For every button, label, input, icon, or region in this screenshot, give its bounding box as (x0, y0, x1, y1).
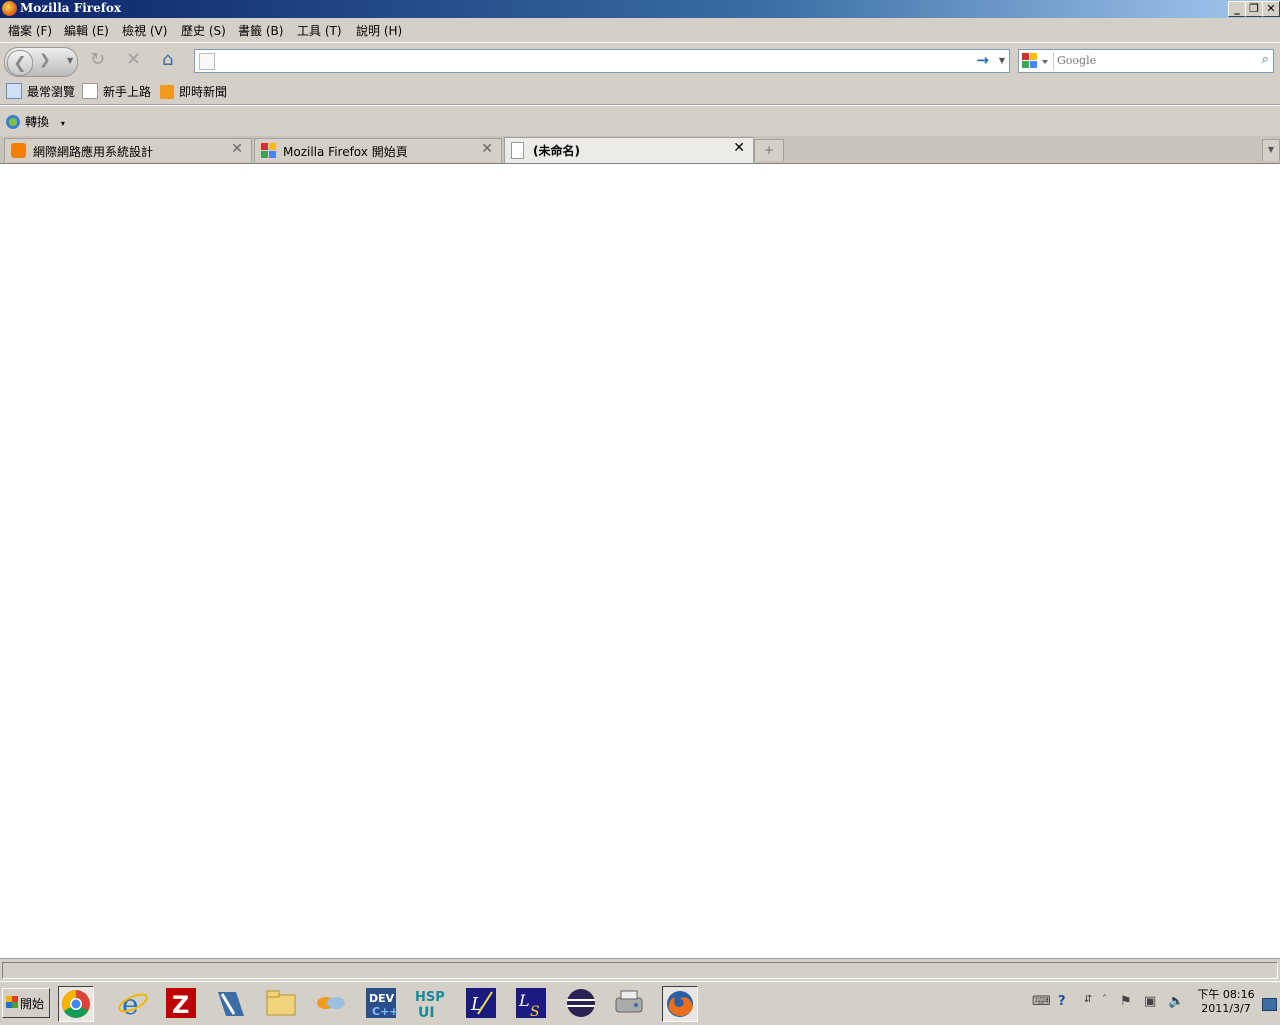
smart-folder-icon (6, 83, 22, 99)
filezilla-icon[interactable]: Z (164, 986, 198, 1020)
status-panel (2, 962, 1278, 979)
silverlight-icon[interactable] (314, 986, 348, 1020)
menu-bar: 檔案 (F) 編輯 (E) 檢視 (V) 歷史 (S) 書籤 (B) 工具 (T… (0, 18, 1280, 42)
navigation-toolbar: ❮ ❯ ▼ ↻ ✕ ⌂ → ▼ ⌕ (0, 42, 1280, 79)
chrome-icon[interactable] (58, 986, 94, 1022)
svg-text:HSP: HSP (415, 990, 445, 1005)
status-bar (0, 958, 1280, 981)
show-desktop-icon[interactable] (1262, 998, 1277, 1011)
menu-edit[interactable]: 編輯 (E) (64, 22, 109, 39)
close-tab-icon[interactable]: ✕ (733, 140, 745, 156)
page-content[interactable] (0, 164, 1280, 958)
language-bar-icon[interactable]: ⇵ (1084, 994, 1092, 1005)
tab-list-button[interactable]: ▼ (1262, 139, 1280, 161)
bookmarks-toolbar: 最常瀏覽 新手上路 即時新聞 (0, 79, 1280, 105)
google-icon (261, 143, 276, 158)
menu-history[interactable]: 歷史 (S) (181, 22, 226, 39)
stop-icon[interactable]: ✕ (126, 49, 141, 70)
home-icon[interactable]: ⌂ (162, 49, 173, 70)
search-input[interactable] (1057, 52, 1247, 68)
menu-view[interactable]: 檢視 (V) (122, 22, 167, 39)
back-arrow-icon[interactable]: ❮ (7, 50, 33, 76)
lua-studio-icon[interactable]: LS (514, 986, 548, 1020)
volume-icon[interactable]: 🔈 (1168, 994, 1184, 1009)
history-dropdown-icon[interactable]: ▼ (67, 56, 73, 65)
svg-text:L: L (518, 991, 530, 1010)
back-forward-group: ❮ ❯ ▼ (4, 47, 78, 77)
page-icon (82, 83, 98, 99)
rss-icon (160, 85, 174, 99)
menu-file[interactable]: 檔案 (F) (8, 22, 52, 39)
svg-text:e: e (122, 988, 139, 1020)
convert-button[interactable]: 轉換 ▾ (6, 113, 65, 130)
title-bar[interactable]: Mozilla Firefox _ ❐ ✕ (0, 0, 1280, 18)
close-button[interactable]: ✕ (1262, 1, 1280, 17)
page-icon (199, 53, 215, 70)
eclipse-icon[interactable] (564, 986, 598, 1020)
close-tab-icon[interactable]: ✕ (481, 141, 493, 157)
maximize-button[interactable]: ❐ (1245, 1, 1263, 17)
reload-icon[interactable]: ↻ (90, 49, 105, 70)
help-icon[interactable]: ? (1058, 994, 1066, 1009)
tab-strip: 網際網路應用系統設計 ✕ Mozilla Firefox 開始頁 ✕ (未命名)… (0, 136, 1280, 164)
clock-date: 2011/3/7 (1201, 1002, 1251, 1015)
start-button[interactable]: 開始 (2, 988, 50, 1018)
convert-dropdown-icon[interactable]: ▾ (61, 119, 65, 128)
url-input[interactable] (221, 52, 961, 68)
tab-firefox-start[interactable]: Mozilla Firefox 開始頁 ✕ (254, 138, 502, 162)
tab-label: (未命名) (533, 144, 580, 158)
search-bar[interactable]: ⌕ (1018, 49, 1274, 73)
go-arrow-icon[interactable]: → (976, 51, 989, 69)
clock-time: 下午 08:16 (1197, 988, 1255, 1001)
tab-untitled[interactable]: (未命名) ✕ (504, 137, 754, 163)
svg-text:Z: Z (172, 991, 189, 1019)
svg-text:L: L (470, 994, 483, 1015)
google-icon (1022, 53, 1048, 68)
svg-text:UI: UI (418, 1005, 435, 1020)
search-icon[interactable]: ⌕ (1262, 52, 1269, 67)
tab-blogger[interactable]: 網際網路應用系統設計 ✕ (4, 138, 252, 162)
action-center-flag-icon[interactable]: ⚑ (1120, 994, 1132, 1009)
menu-tools[interactable]: 工具 (T) (297, 22, 342, 39)
system-clock[interactable]: 下午 08:16 2011/3/7 (1196, 988, 1256, 1016)
close-tab-icon[interactable]: ✕ (231, 141, 243, 157)
convert-toolbar: 轉換 ▾ (0, 105, 1280, 137)
bookmark-latest-news[interactable]: 即時新聞 (160, 83, 227, 100)
svg-text:C++: C++ (372, 1005, 398, 1018)
network-icon[interactable]: ▣ (1144, 994, 1156, 1009)
bookmark-getting-started[interactable]: 新手上路 (82, 83, 151, 100)
url-dropdown-icon[interactable]: ▼ (999, 56, 1005, 65)
blogger-icon (11, 143, 26, 158)
keyboard-icon[interactable]: ⌨ (1032, 994, 1051, 1009)
forward-arrow-icon[interactable]: ❯ (39, 52, 51, 68)
tab-label: 網際網路應用系統設計 (33, 145, 154, 159)
folder-icon[interactable] (264, 986, 298, 1020)
hsp-ui-icon[interactable]: HSP UI (414, 986, 448, 1021)
new-tab-button[interactable]: + (754, 139, 784, 161)
printer-icon[interactable] (612, 986, 646, 1020)
ie-icon[interactable]: e (116, 986, 150, 1021)
windows-logo-icon (6, 996, 18, 1008)
menu-bookmarks[interactable]: 書籤 (B) (238, 22, 283, 39)
window-title: Mozilla Firefox (20, 1, 122, 15)
url-bar[interactable]: → ▼ (194, 49, 1010, 73)
firefox-icon[interactable] (662, 986, 698, 1022)
blank-page-icon (511, 142, 524, 159)
search-engine-selector[interactable] (1021, 52, 1054, 70)
taskbar: 開始 e Z DEVC++ HSPUI L LS ⌨ ? ⇵ ˄ ⚑ ▣ 🔈 (0, 981, 1280, 1025)
minimize-button[interactable]: _ (1228, 1, 1246, 17)
tab-label: Mozilla Firefox 開始頁 (283, 145, 408, 159)
devcpp-icon[interactable]: DEV C++ (364, 986, 399, 1020)
show-hidden-icons-icon[interactable]: ˄ (1102, 994, 1107, 1005)
bookmark-most-visited[interactable]: 最常瀏覽 (6, 83, 75, 100)
svg-text:DEV: DEV (369, 992, 395, 1005)
lua-editor-icon[interactable]: L (464, 986, 498, 1020)
firefox-icon (2, 1, 17, 16)
svg-text:S: S (530, 1004, 540, 1020)
menu-help[interactable]: 說明 (H) (356, 22, 402, 39)
visual-studio-icon[interactable] (214, 986, 248, 1020)
convert-icon (6, 115, 20, 129)
